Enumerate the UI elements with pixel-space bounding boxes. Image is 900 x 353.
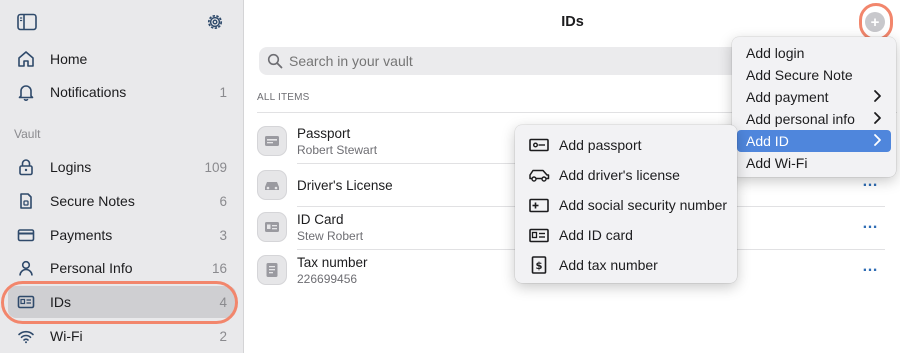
submenu-item-add-tax-number[interactable]: $ Add tax number: [515, 250, 737, 280]
id-submenu: Add passport Add driver's license Add so…: [515, 125, 737, 283]
wifi-icon: [16, 326, 36, 346]
gear-icon[interactable]: [205, 12, 225, 32]
menu-item-add-personal-info[interactable]: Add personal info: [737, 108, 891, 130]
sidebar-item-count: 2: [219, 328, 227, 344]
menu-item-label: Add personal info: [746, 111, 855, 127]
lock-icon: [16, 157, 36, 177]
sidebar-item-home[interactable]: Home: [8, 43, 236, 75]
menu-item-add-id[interactable]: Add ID: [737, 130, 891, 152]
sidebar: Home Notifications 1 Vault Logins 109 Se…: [0, 0, 244, 353]
menu-item-add-secure-note[interactable]: Add Secure Note: [737, 64, 891, 86]
sidebar-item-count: 1: [219, 84, 227, 100]
sidebar-header: [0, 0, 244, 44]
search-bar[interactable]: [259, 47, 779, 75]
sidebar-item-count: 16: [211, 260, 227, 276]
item-subtitle: Robert Stewart: [297, 142, 378, 157]
page-title: IDs: [561, 14, 584, 30]
plus-icon: +: [870, 13, 880, 31]
id-card-icon: [528, 226, 550, 244]
item-title: Tax number: [297, 254, 368, 270]
sidebar-toggle-icon[interactable]: [17, 13, 37, 31]
id-icon: [16, 292, 36, 312]
sidebar-item-label: Notifications: [50, 84, 127, 100]
sidebar-item-label: Logins: [50, 159, 92, 175]
menu-item-add-payment[interactable]: Add payment: [737, 86, 891, 108]
sidebar-item-wifi[interactable]: Wi-Fi 2: [8, 320, 236, 352]
sidebar-item-payments[interactable]: Payments 3: [8, 219, 236, 251]
submenu-item-add-passport[interactable]: Add passport: [515, 130, 737, 160]
car-avatar-icon: [257, 170, 287, 200]
item-title: Passport: [297, 125, 351, 141]
home-icon: [16, 49, 36, 69]
sidebar-item-count: 109: [204, 159, 227, 175]
sidebar-item-label: Home: [50, 51, 88, 67]
menu-item-label: Add ID: [746, 133, 789, 149]
sidebar-item-label: Payments: [50, 227, 113, 243]
chevron-right-icon: [874, 112, 881, 124]
item-title: Driver's License: [297, 177, 393, 193]
bell-icon: [16, 82, 36, 102]
item-title: ID Card: [297, 211, 344, 227]
passport-icon: [528, 136, 550, 154]
social-security-icon: [528, 196, 550, 214]
section-label: ALL ITEMS: [257, 92, 310, 103]
person-icon: [16, 258, 36, 278]
submenu-item-label: Add social security number: [559, 197, 728, 213]
more-options-button[interactable]: …: [862, 258, 879, 276]
submenu-item-label: Add ID card: [559, 227, 633, 243]
menu-item-add-wifi[interactable]: Add Wi-Fi: [737, 152, 891, 174]
more-options-button[interactable]: …: [862, 215, 879, 233]
chevron-right-icon: [874, 90, 881, 102]
submenu-item-label: Add passport: [559, 137, 642, 153]
add-item-button[interactable]: +: [865, 12, 885, 32]
sidebar-section-title: Vault: [14, 127, 41, 141]
item-subtitle: Stew Robert: [297, 228, 364, 243]
svg-text:$: $: [536, 261, 543, 272]
car-icon: [528, 166, 550, 184]
id-card-avatar-icon: [257, 212, 287, 242]
sidebar-item-secure-notes[interactable]: Secure Notes 6: [8, 185, 236, 217]
sidebar-item-label: IDs: [50, 294, 71, 310]
tax-avatar-icon: [257, 255, 287, 285]
item-subtitle: 226699456: [297, 271, 358, 286]
menu-item-add-login[interactable]: Add login: [737, 42, 891, 64]
sidebar-item-logins[interactable]: Logins 109: [8, 151, 236, 183]
card-icon: [16, 225, 36, 245]
passport-avatar-icon: [257, 126, 287, 156]
menu-item-label: Add payment: [746, 89, 829, 105]
chevron-right-icon: [874, 134, 881, 146]
sidebar-item-count: 6: [219, 193, 227, 209]
sidebar-item-notifications[interactable]: Notifications 1: [8, 76, 236, 108]
submenu-item-add-ssn[interactable]: Add social security number: [515, 190, 737, 220]
submenu-item-label: Add driver's license: [559, 167, 680, 183]
search-icon: [267, 53, 283, 69]
sidebar-item-count: 3: [219, 227, 227, 243]
submenu-item-add-drivers-license[interactable]: Add driver's license: [515, 160, 737, 190]
submenu-item-add-id-card[interactable]: Add ID card: [515, 220, 737, 250]
sidebar-item-count: 4: [219, 294, 227, 310]
search-input[interactable]: [289, 53, 729, 69]
sidebar-item-label: Secure Notes: [50, 193, 135, 209]
dollar-document-icon: $: [528, 256, 550, 274]
sidebar-item-ids[interactable]: IDs 4: [8, 286, 236, 318]
add-menu: Add login Add Secure Note Add payment Ad…: [732, 37, 896, 177]
sidebar-item-label: Wi-Fi: [50, 328, 83, 344]
note-icon: [16, 191, 36, 211]
sidebar-item-personal-info[interactable]: Personal Info 16: [8, 252, 236, 284]
submenu-item-label: Add tax number: [559, 257, 658, 273]
sidebar-item-label: Personal Info: [50, 260, 133, 276]
